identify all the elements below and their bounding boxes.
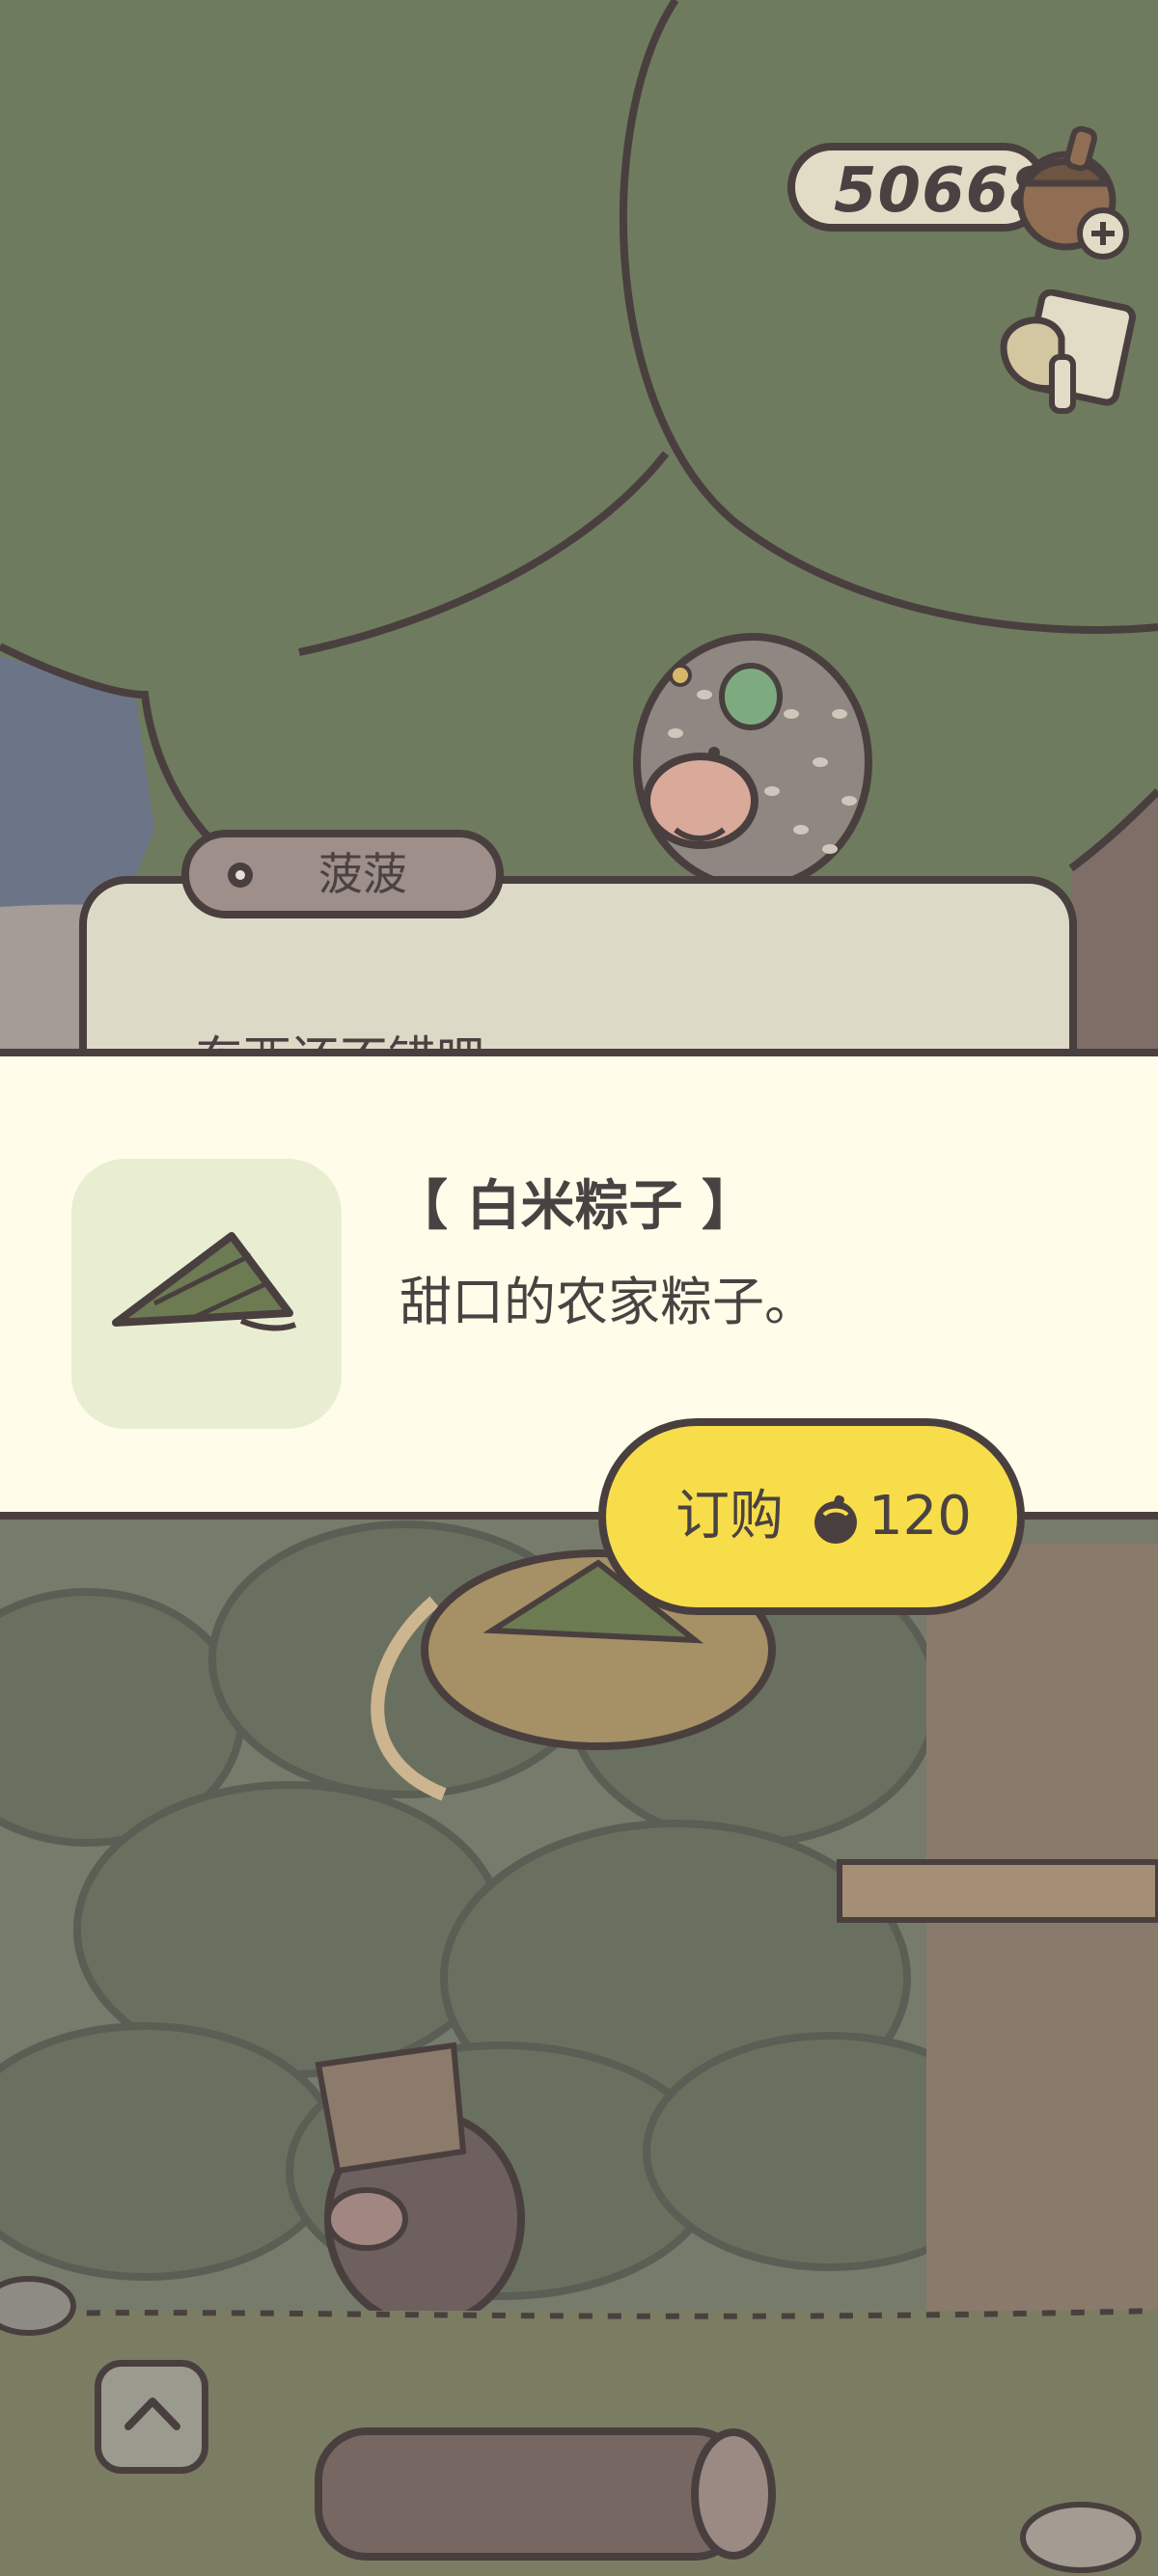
item-description: 甜口的农家粽子。 (400, 1272, 816, 1332)
hedgehog-character (633, 633, 872, 891)
item-thumbnail (71, 1159, 342, 1429)
speaker-name-tag: 菠菠 (181, 830, 504, 918)
expand-up-button[interactable] (95, 2360, 208, 2474)
mail-icon[interactable] (994, 289, 1139, 425)
item-name: 【 白米粽子 】 (394, 1175, 756, 1238)
acorn-icon (814, 1494, 857, 1544)
log-decoration (315, 2427, 776, 2561)
speaker-name: 菠菠 (318, 848, 407, 900)
acorn-plus-icon[interactable] (1008, 116, 1134, 260)
order-button-label: 订购 (676, 1485, 784, 1548)
order-button[interactable]: 订购 120 (598, 1418, 1025, 1615)
order-price: 120 (868, 1485, 972, 1548)
chevron-up-icon (124, 2398, 180, 2430)
bullet-icon (228, 863, 253, 888)
zongzi-icon (112, 1232, 297, 1331)
